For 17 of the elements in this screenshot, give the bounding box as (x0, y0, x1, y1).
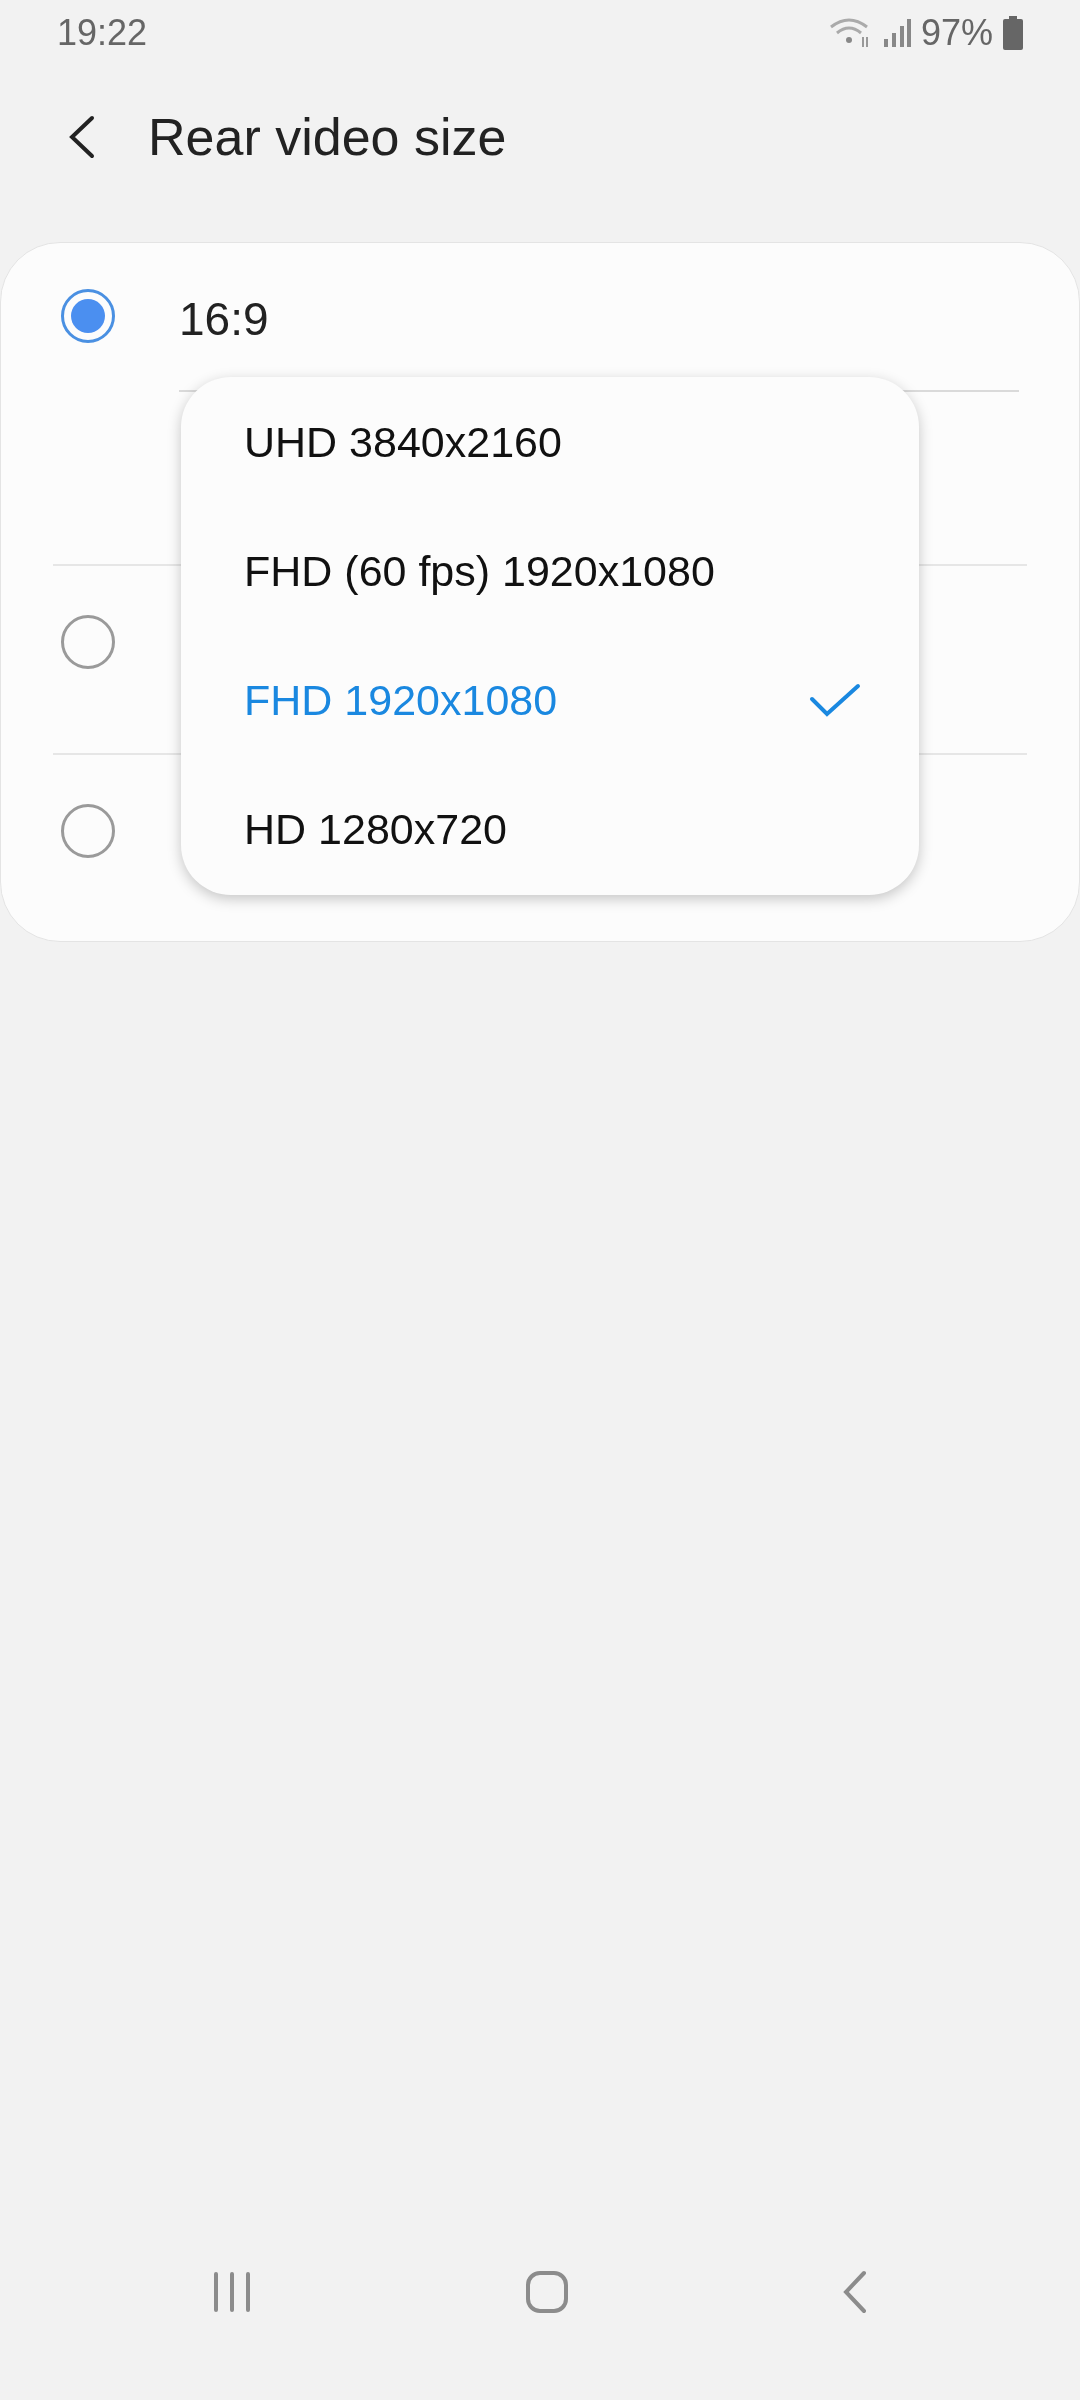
back-nav-icon[interactable] (842, 2270, 868, 2314)
battery-percent: 97% (920, 11, 993, 55)
menu-item[interactable]: HD 1280x720 (181, 765, 919, 894)
menu-item[interactable]: FHD 1920x1080 (181, 636, 919, 765)
menu-item[interactable]: FHD (60 fps) 1920x1080 (181, 507, 919, 636)
home-icon[interactable] (525, 2270, 569, 2314)
check-icon (809, 682, 861, 719)
recent-apps-icon[interactable] (212, 2272, 252, 2312)
radio-button-selected[interactable] (61, 289, 115, 343)
battery-icon (1003, 16, 1023, 50)
radio-button[interactable] (61, 615, 115, 669)
option-label: 16:9 (179, 293, 269, 345)
menu-item[interactable]: UHD 3840x2160 (181, 378, 919, 507)
page-title: Rear video size (148, 107, 507, 168)
radio-button[interactable] (61, 804, 115, 858)
status-time: 19:22 (57, 11, 148, 55)
signal-icon (882, 17, 911, 49)
